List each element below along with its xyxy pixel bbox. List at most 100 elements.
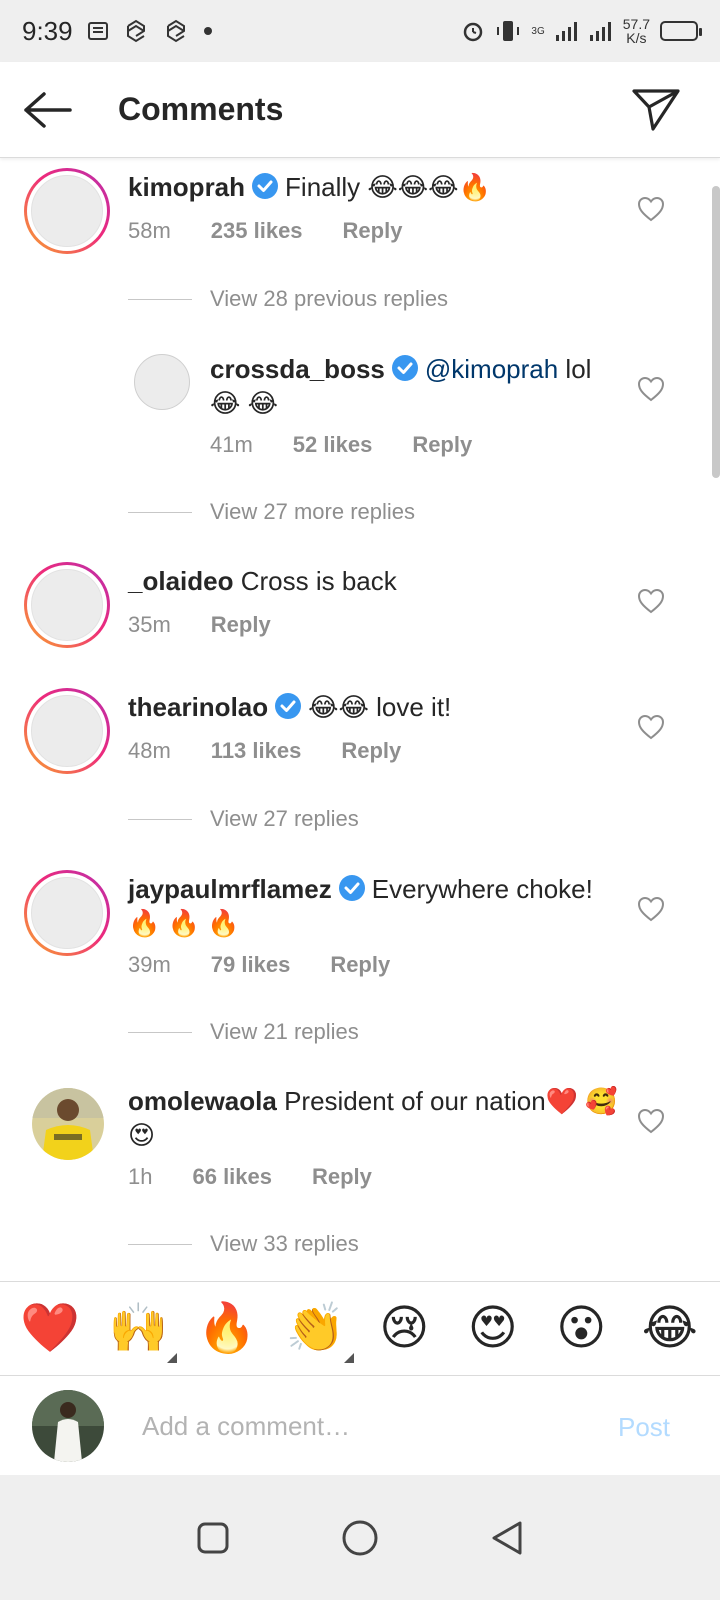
heart-outline-icon[interactable] <box>636 194 666 224</box>
avatar[interactable] <box>24 870 110 956</box>
comment-body: crossda_boss @kimoprah lol 😂 😂 <box>210 352 618 420</box>
app-notification-icon-2 <box>166 19 185 43</box>
comment-time: 48m <box>128 738 171 763</box>
reply-button[interactable]: Reply <box>330 952 390 978</box>
avatar[interactable] <box>24 168 110 254</box>
avatar[interactable] <box>24 688 110 774</box>
reaction-surprised[interactable]: 😮 <box>551 1304 611 1353</box>
view-replies-label: View 21 replies <box>210 1019 359 1044</box>
reaction-heart[interactable]: ❤️ <box>20 1304 80 1353</box>
verified-badge-icon <box>275 693 302 719</box>
comment-username[interactable]: _olaideo <box>128 566 233 596</box>
comment-text: 😂😂 love it! <box>308 692 452 722</box>
comment-meta: 48m 113 likes Reply <box>128 738 401 764</box>
net-speed-value: 57.7 <box>622 16 650 32</box>
heart-outline-icon[interactable] <box>636 374 666 404</box>
quick-reactions-bar: ❤️ 🙌 🔥 👏 😢 😍 😮 😂 <box>0 1281 720 1375</box>
avatar[interactable] <box>24 562 110 648</box>
replies-divider <box>128 298 192 300</box>
comment-mention[interactable]: @kimoprah <box>425 354 558 384</box>
post-button[interactable]: Post <box>618 1412 670 1443</box>
comment-time: 41m <box>210 432 253 457</box>
recents-button[interactable] <box>188 1513 238 1563</box>
comment-time: 58m <box>128 218 171 243</box>
heart-outline-icon[interactable] <box>636 894 666 924</box>
arrow-left-icon <box>24 91 72 128</box>
reaction-raised-hands-glyph: 🙌 <box>108 1301 169 1355</box>
comment-body: omolewaola President of our nation❤️ 🥰😍 <box>128 1084 618 1152</box>
comment-username[interactable]: crossda_boss <box>210 354 385 384</box>
comment-body: thearinolao 😂😂 love it! <box>128 690 618 724</box>
verified-badge-icon <box>252 173 279 199</box>
comment-username[interactable]: kimoprah <box>128 172 245 202</box>
notes-icon <box>87 22 108 40</box>
heart-outline-icon[interactable] <box>636 586 666 616</box>
comment-body: jaypaulmrflamez Everywhere choke! 🔥 🔥 🔥 <box>128 872 618 940</box>
reaction-crying[interactable]: 😢 <box>374 1304 434 1353</box>
reply-button[interactable]: Reply <box>412 432 472 458</box>
current-user-avatar <box>32 1390 104 1462</box>
view-replies-button[interactable]: View 27 more replies <box>128 499 415 525</box>
skin-tone-indicator <box>166 1352 177 1363</box>
comment-username[interactable]: omolewaola <box>128 1086 277 1116</box>
scrollbar[interactable] <box>712 186 720 478</box>
reply-button[interactable]: Reply <box>211 612 271 638</box>
net-speed-unit: K/s <box>626 30 647 46</box>
comment-likes[interactable]: 113 likes <box>211 738 302 764</box>
network-type-label: 3G <box>531 25 545 37</box>
comment-meta: 1h 66 likes Reply <box>128 1164 372 1190</box>
back-nav-button[interactable] <box>482 1513 532 1563</box>
comment-likes[interactable]: 66 likes <box>192 1164 272 1190</box>
view-replies-button[interactable]: View 27 replies <box>128 806 359 832</box>
comment-body: _olaideo Cross is back <box>128 564 618 598</box>
view-replies-button[interactable]: View 33 replies <box>128 1231 359 1257</box>
skin-tone-indicator <box>343 1352 354 1363</box>
net-speed: 57.7 K/s <box>623 17 650 45</box>
reaction-clap[interactable]: 👏 <box>286 1304 354 1363</box>
reaction-heart-eyes[interactable]: 😍 <box>463 1304 523 1353</box>
status-bar: 9:39 3G 57.7 K/s <box>0 0 720 62</box>
comment-likes[interactable]: 52 likes <box>293 432 373 458</box>
comment-meta: 41m 52 likes Reply <box>210 432 472 458</box>
comment-username[interactable]: jaypaulmrflamez <box>128 874 332 904</box>
heart-outline-icon[interactable] <box>636 1106 666 1136</box>
replies-divider <box>128 818 192 820</box>
heart-outline-icon[interactable] <box>636 712 666 742</box>
avatar[interactable] <box>134 354 190 410</box>
comment-username[interactable]: thearinolao <box>128 692 268 722</box>
view-replies-button[interactable]: View 28 previous replies <box>128 286 448 312</box>
signal-icon-2 <box>589 22 611 41</box>
alarm-icon <box>464 22 483 42</box>
page-title: Comments <box>118 91 284 127</box>
share-button[interactable] <box>608 62 704 158</box>
view-replies-button[interactable]: View 21 replies <box>128 1019 359 1045</box>
reaction-laughing[interactable]: 😂 <box>640 1304 700 1353</box>
comment-likes[interactable]: 235 likes <box>211 218 303 244</box>
triangle-back-icon <box>492 1521 522 1554</box>
square-icon <box>197 1522 229 1553</box>
back-button[interactable] <box>0 62 96 158</box>
comment-input[interactable] <box>142 1406 582 1446</box>
comment-meta: 39m 79 likes Reply <box>128 952 390 978</box>
view-replies-label: View 28 previous replies <box>210 286 449 311</box>
comment-time: 39m <box>128 952 171 977</box>
reply-button[interactable]: Reply <box>312 1164 372 1190</box>
avatar[interactable] <box>32 1088 104 1160</box>
view-replies-label: View 27 replies <box>210 806 359 831</box>
circle-icon <box>342 1520 378 1555</box>
home-button[interactable] <box>335 1513 385 1563</box>
reply-button[interactable]: Reply <box>341 738 401 764</box>
comments-list[interactable]: kimoprah Finally 😂😂😂🔥 58m 235 likes Reply… <box>0 158 720 1308</box>
view-replies-label: View 27 more replies <box>210 499 416 524</box>
comments-header: Comments <box>0 62 720 158</box>
replies-divider <box>128 1243 192 1245</box>
comment-meta: 58m 235 likes Reply <box>128 218 402 244</box>
comment-likes[interactable]: 79 likes <box>211 952 291 978</box>
reply-button[interactable]: Reply <box>343 218 403 244</box>
battery-icon <box>660 21 702 41</box>
comment-body: kimoprah Finally 😂😂😂🔥 <box>128 170 618 204</box>
profile-photo <box>32 1088 104 1160</box>
verified-badge-icon <box>391 355 418 381</box>
reaction-raised-hands[interactable]: 🙌 <box>108 1301 177 1363</box>
reaction-fire[interactable]: 🔥 <box>197 1304 257 1353</box>
